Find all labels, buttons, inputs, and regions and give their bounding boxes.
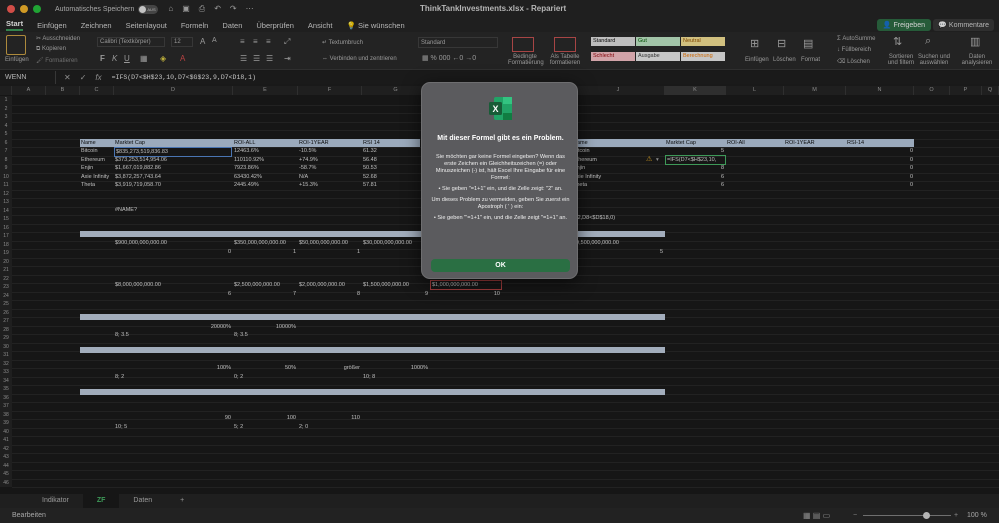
dialog-paragraph: Sie möchten gar keine Formel eingeben? W…: [435, 154, 566, 181]
dialog-paragraph: • Sie geben "=1+1" ein, und die Zelle ze…: [438, 186, 563, 192]
dialog-title: Mit dieser Formel gibt es ein Problem.: [437, 135, 564, 142]
formula-problem-dialog: X Mit dieser Formel gibt es ein Problem.…: [421, 82, 578, 279]
excel-icon: X: [489, 97, 512, 120]
ok-button[interactable]: OK: [431, 259, 570, 272]
dialog-body: Sie möchten gar keine Formel eingeben? W…: [430, 154, 571, 226]
dialog-paragraph: • Sie geben "'=1+1" ein, und die Zelle z…: [433, 215, 568, 221]
dialog-paragraph: Um dieses Problem zu vermeiden, geben Si…: [431, 197, 570, 210]
svg-text:X: X: [492, 104, 498, 114]
